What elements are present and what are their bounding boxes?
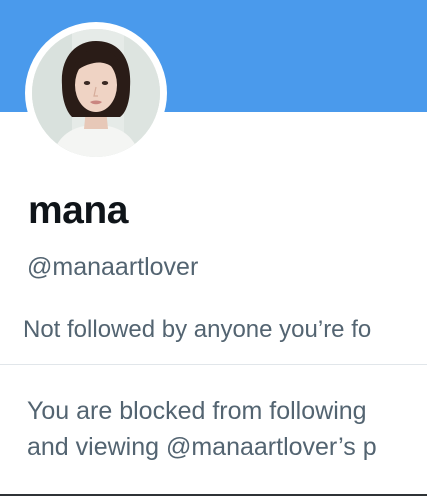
profile-handle: @manaartlover bbox=[27, 253, 199, 281]
profile-display-name: mana bbox=[28, 189, 128, 232]
followers-you-know-text[interactable]: Not followed by anyone you’re fo bbox=[23, 316, 371, 344]
avatar-ring bbox=[25, 22, 167, 164]
avatar[interactable] bbox=[32, 29, 160, 157]
blocked-notice-line-1: You are blocked from following bbox=[27, 397, 367, 425]
bottom-divider bbox=[0, 494, 427, 496]
avatar-photo bbox=[32, 29, 160, 157]
blocked-notice-line-2: and viewing @manaartlover’s p bbox=[27, 433, 377, 461]
section-divider bbox=[0, 364, 427, 365]
blocked-notice: You are blocked from following and viewi… bbox=[27, 393, 427, 465]
